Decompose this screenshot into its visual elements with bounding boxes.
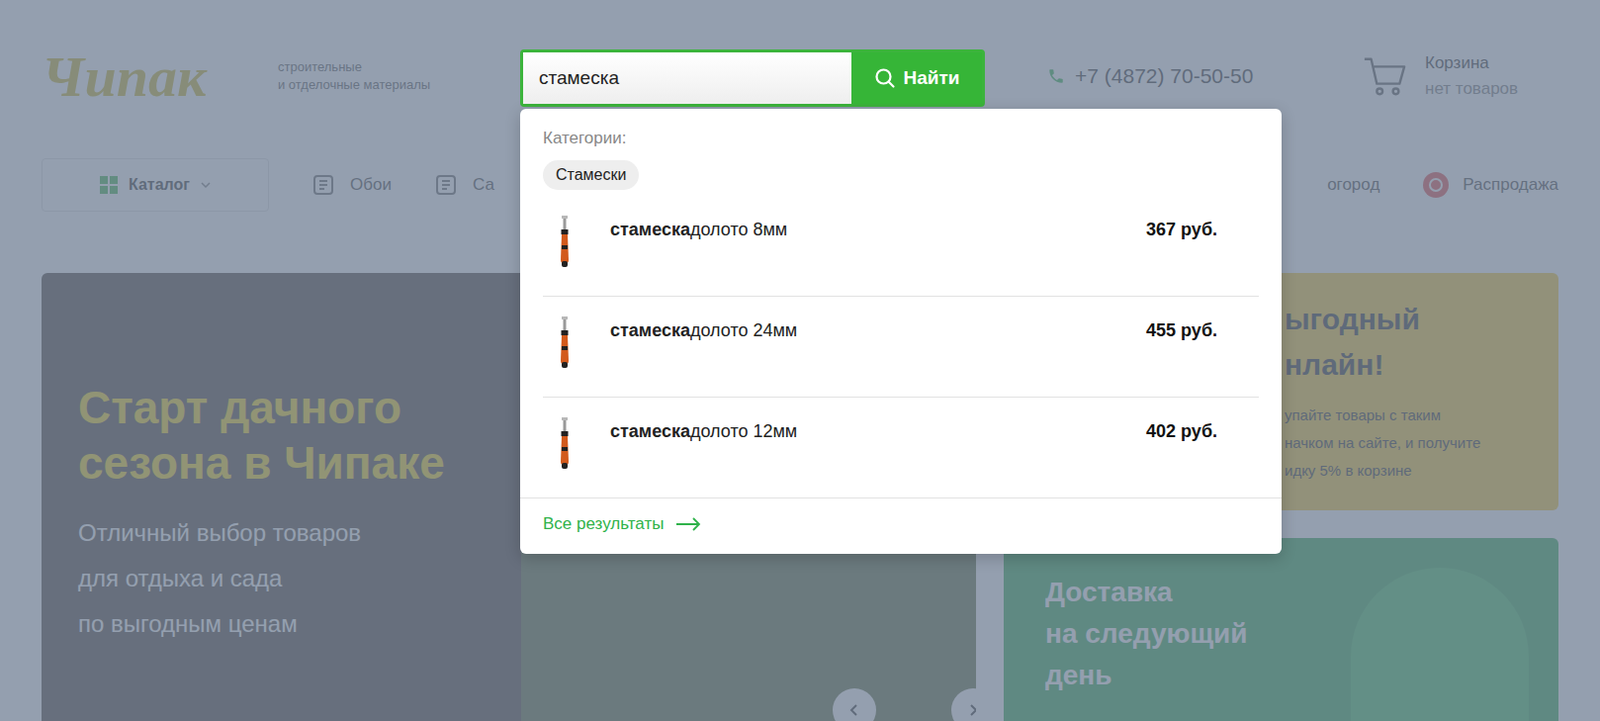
result-match: стамеска <box>610 219 691 240</box>
chisel-icon <box>556 215 573 271</box>
result-name: стамескадолото 12мм <box>610 421 1147 443</box>
chisel-icon <box>556 316 573 372</box>
search-dropdown: Категории:Стамескистамескадолото 8мм367 … <box>520 108 1282 554</box>
all-results-link[interactable]: Все результаты <box>520 498 1282 554</box>
search-input[interactable] <box>523 52 852 104</box>
category-chips: Стамески <box>520 148 1282 196</box>
search-box: Найти <box>520 49 985 107</box>
search-button[interactable]: Найти <box>851 52 982 104</box>
result-price: 455 руб. <box>1146 320 1218 342</box>
result-name: стамескадолото 8мм <box>610 219 1147 241</box>
result-item[interactable]: стамескадолото 8мм367 руб. <box>542 195 1259 297</box>
all-results-label: Все результаты <box>542 514 664 534</box>
result-rest: долото 8мм <box>690 219 788 240</box>
arrow-right-icon <box>675 517 702 532</box>
search-icon <box>874 67 896 89</box>
result-match: стамеска <box>610 421 691 442</box>
category-chip[interactable]: Стамески <box>542 160 639 190</box>
result-name: стамескадолото 24мм <box>610 320 1147 342</box>
search-widget: НайтиКатегории:Стамескистамескадолото 8м… <box>520 49 1282 554</box>
search-button-label: Найти <box>903 67 961 89</box>
categories-label: Категории: <box>520 128 1282 149</box>
result-item[interactable]: стамескадолото 12мм402 руб. <box>520 397 1282 499</box>
result-price: 367 руб. <box>1146 219 1218 241</box>
result-match: стамеска <box>610 320 691 341</box>
result-item[interactable]: стамескадолото 24мм455 руб. <box>542 296 1259 398</box>
chisel-icon <box>556 417 573 473</box>
result-price: 402 руб. <box>1146 421 1218 443</box>
results-list: стамескадолото 8мм367 руб.стамескадолото… <box>520 195 1282 499</box>
result-rest: долото 24мм <box>690 320 798 341</box>
result-rest: долото 12мм <box>690 421 798 442</box>
page: Чипакстроительныеи отделочные материалы+… <box>0 0 1600 721</box>
